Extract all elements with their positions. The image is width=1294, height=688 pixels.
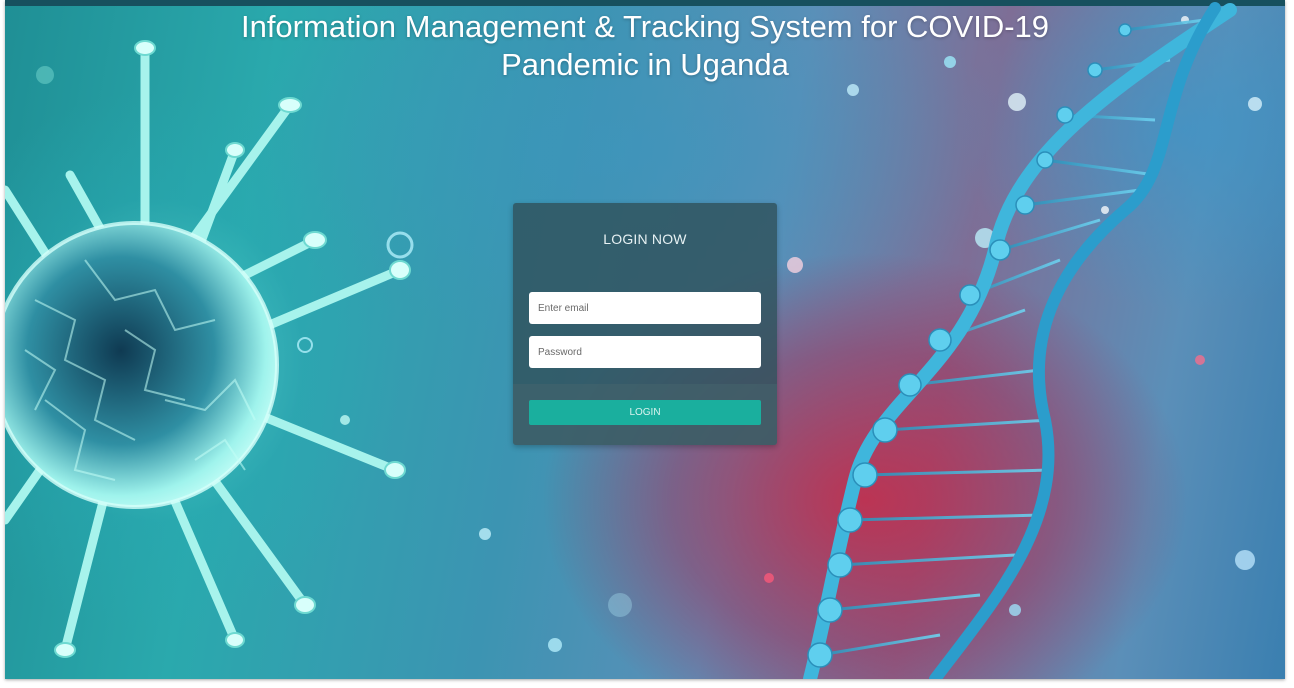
page-title: Information Management & Tracking System…: [215, 8, 1075, 84]
login-button[interactable]: LOGIN: [529, 400, 761, 425]
page-title-line-2: Pandemic in Uganda: [501, 47, 789, 82]
virus-icon: [5, 40, 411, 658]
login-heading: LOGIN NOW: [603, 231, 687, 247]
password-field[interactable]: [529, 336, 761, 368]
login-panel: LOGIN NOW LOGIN: [513, 203, 777, 445]
page-frame: Information Management & Tracking System…: [5, 0, 1285, 679]
email-field[interactable]: [529, 292, 761, 324]
page-title-line-1: Information Management & Tracking System…: [240, 9, 1050, 44]
